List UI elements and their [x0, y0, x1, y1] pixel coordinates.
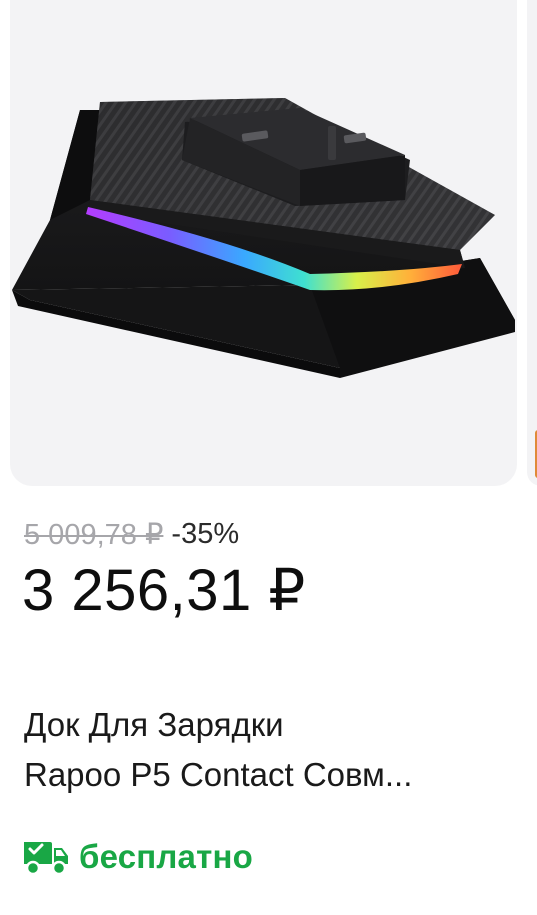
product-title-line-1: Док Для Зарядки	[24, 706, 284, 743]
old-price: 5 009,78 ₽	[24, 518, 164, 551]
product-card[interactable]: 5 009,78 ₽ -35% 3 256,31 ₽ Док Для Заряд…	[0, 0, 537, 915]
charging-dock-illustration	[12, 98, 515, 378]
delivery-label: бесплатно	[79, 838, 253, 875]
truck-icon	[22, 838, 70, 876]
old-price-row: 5 009,78 ₽ -35%	[24, 514, 239, 554]
product-title-line-2: Rapoo P5 Contact Совм...	[24, 756, 413, 793]
product-image[interactable]	[10, 0, 517, 486]
next-card-peek[interactable]	[527, 0, 537, 486]
delivery-info: бесплатно	[22, 834, 253, 880]
discount-badge: -35%	[171, 517, 240, 550]
current-price: 3 256,31 ₽	[22, 558, 306, 623]
product-title[interactable]: Док Для Зарядки Rapoo P5 Contact Совм...	[24, 700, 514, 800]
